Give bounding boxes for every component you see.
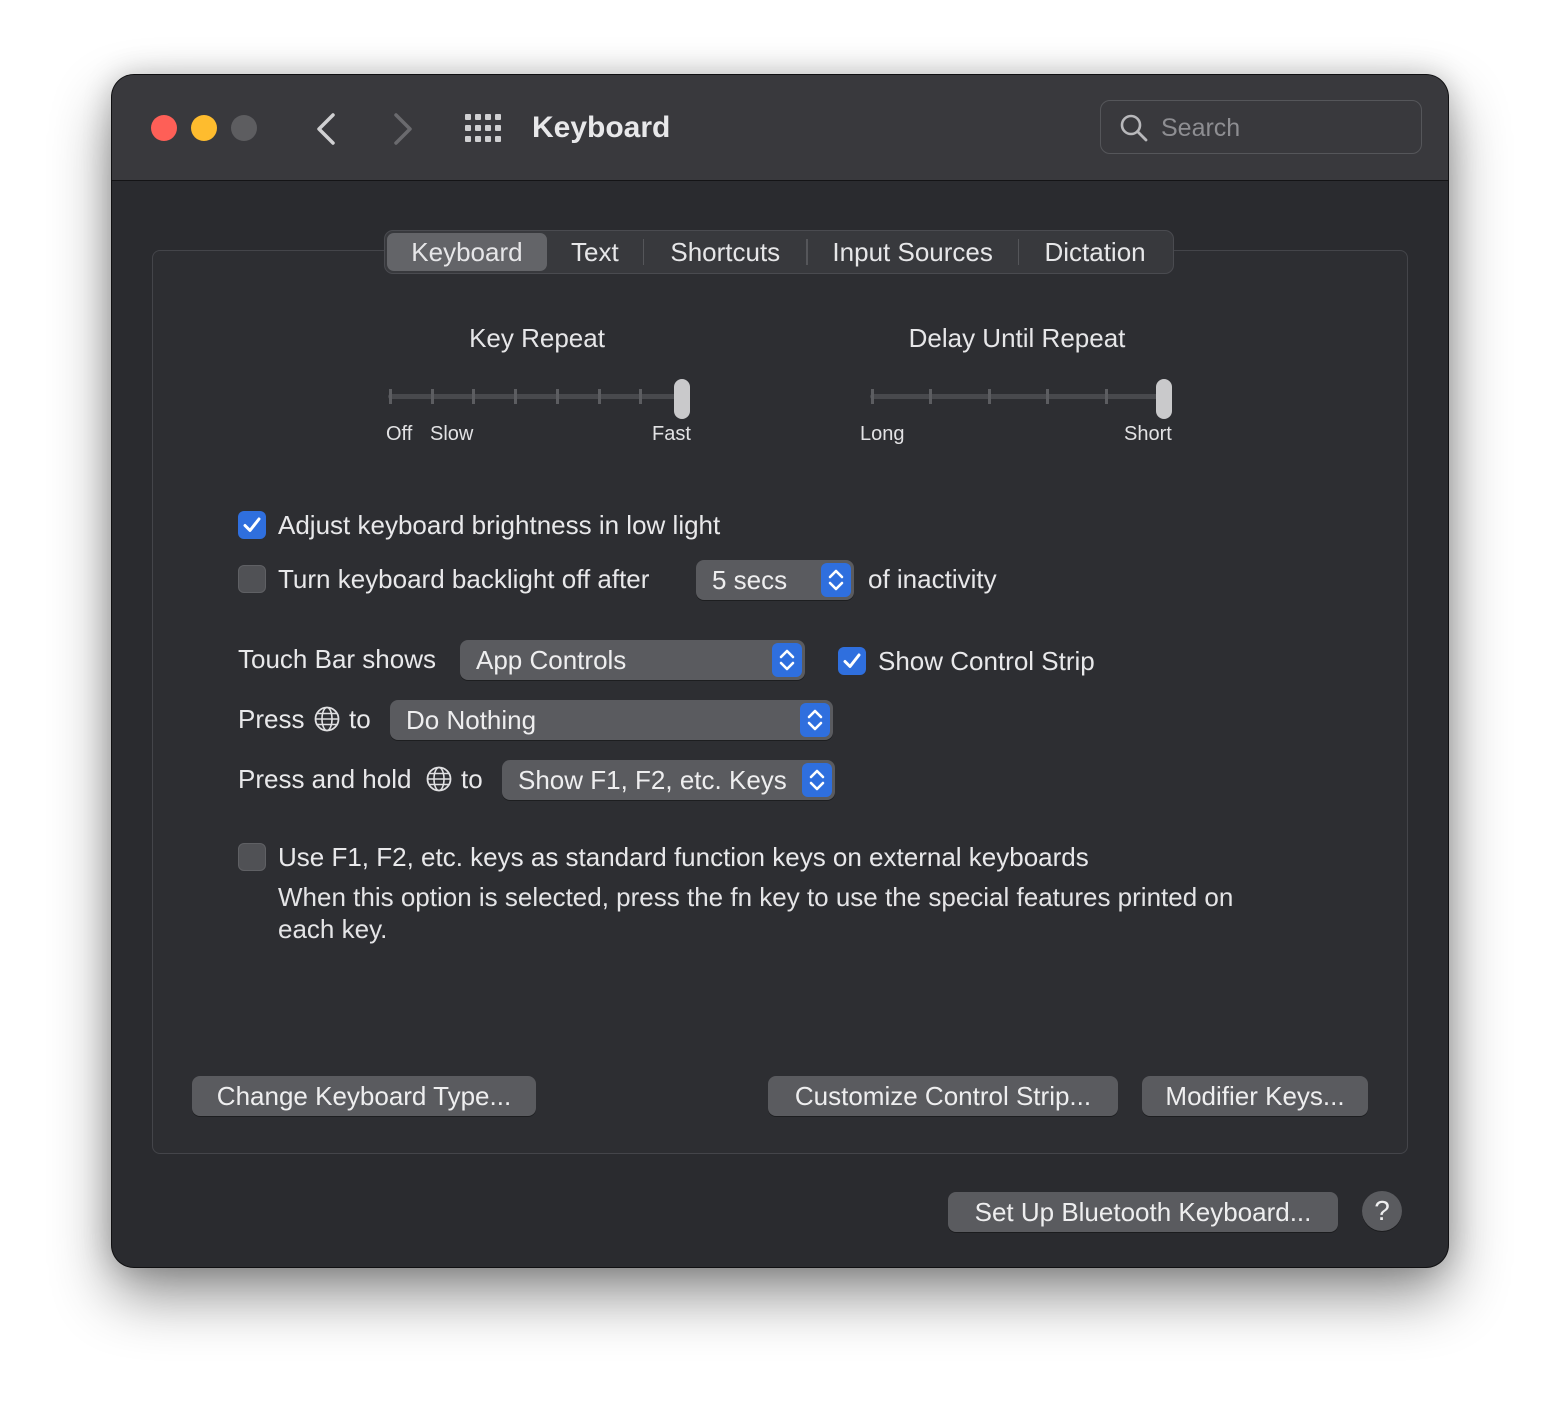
adjust-brightness-label: Adjust keyboard brightness in low light (278, 510, 721, 540)
chevron-updown-icon (802, 763, 832, 797)
press-hold-globe-label: Press and hold (238, 764, 412, 794)
zoom-button[interactable] (231, 115, 257, 141)
press-globe-popup[interactable]: Do Nothing (390, 700, 833, 740)
chevron-updown-icon (821, 563, 851, 597)
backlight-off-checkbox[interactable] (238, 565, 266, 593)
press-hold-globe-to-label: to (461, 764, 483, 794)
key-repeat-slider[interactable] (388, 379, 690, 419)
function-keys-description-line1: When this option is selected, press the … (278, 882, 1234, 912)
backlight-off-suffix: of inactivity (868, 564, 997, 594)
backlight-timeout-value: 5 secs (712, 565, 788, 595)
slider-track (870, 394, 1170, 399)
customize-control-strip-button[interactable]: Customize Control Strip... (768, 1076, 1118, 1116)
delay-until-repeat-slider[interactable] (870, 379, 1172, 419)
forward-button[interactable] (382, 109, 422, 149)
function-keys-description-line2: each key. (278, 914, 388, 944)
tab-text[interactable]: Text (547, 233, 643, 271)
slider-tick (929, 389, 933, 404)
slider-tick (472, 389, 476, 404)
tab-shortcuts[interactable]: Shortcuts (644, 233, 806, 271)
backlight-timeout-popup[interactable]: 5 secs (696, 560, 854, 600)
set-up-bluetooth-keyboard-button[interactable]: Set Up Bluetooth Keyboard... (948, 1192, 1338, 1232)
slider-tick (871, 389, 874, 404)
globe-icon (314, 706, 340, 732)
chevron-updown-icon (772, 643, 802, 677)
tab-bar: Keyboard Text Shortcuts Input Sources Di… (384, 230, 1174, 274)
minimize-button[interactable] (191, 115, 217, 141)
change-keyboard-type-button[interactable]: Change Keyboard Type... (192, 1076, 536, 1116)
slider-thumb[interactable] (674, 379, 690, 419)
tab-dictation[interactable]: Dictation (1019, 233, 1171, 271)
help-button[interactable]: ? (1362, 1191, 1402, 1231)
show-control-strip-checkbox[interactable] (838, 647, 866, 675)
chevron-right-icon (394, 113, 412, 145)
press-globe-value: Do Nothing (406, 705, 537, 735)
press-globe-to-label: to (349, 704, 371, 734)
function-keys-label: Use F1, F2, etc. keys as standard functi… (278, 842, 1089, 872)
close-button[interactable] (151, 115, 177, 141)
backlight-off-label: Turn keyboard backlight off after (278, 564, 650, 594)
chevron-updown-icon (800, 703, 830, 737)
slider-tick (597, 389, 601, 404)
show-all-grid-icon[interactable] (465, 114, 503, 142)
function-keys-checkbox[interactable] (238, 843, 266, 871)
slider-tick (639, 389, 643, 404)
search-input[interactable] (1159, 109, 1413, 147)
slider-tick (555, 389, 559, 404)
key-repeat-slow-label: Slow (430, 423, 474, 445)
checkmark-icon (843, 653, 861, 668)
slider-tick (987, 389, 991, 404)
window-title: Keyboard (532, 111, 671, 144)
search-icon (1120, 114, 1148, 142)
touch-bar-value: App Controls (476, 645, 627, 675)
delay-until-repeat-label: Delay Until Repeat (908, 323, 1126, 353)
slider-tick (1046, 389, 1050, 404)
slider-tick (389, 389, 392, 404)
checkmark-icon (243, 517, 261, 532)
slider-tick (1104, 389, 1108, 404)
modifier-keys-button[interactable]: Modifier Keys... (1142, 1076, 1368, 1116)
delay-short-label: Short (1124, 423, 1172, 445)
adjust-brightness-checkbox[interactable] (238, 511, 266, 539)
keyboard-preferences-window: Keyboard Keyboard Text Shortcuts Input S… (112, 75, 1448, 1267)
slider-tick (514, 389, 518, 404)
key-repeat-fast-label: Fast (652, 423, 691, 445)
globe-icon (426, 766, 452, 792)
slider-tick (430, 389, 434, 404)
search-field[interactable] (1100, 100, 1422, 154)
touch-bar-popup[interactable]: App Controls (460, 640, 805, 680)
press-hold-globe-value: Show F1, F2, etc. Keys (518, 765, 787, 795)
key-repeat-label: Key Repeat (469, 323, 605, 353)
tab-input-sources[interactable]: Input Sources (808, 233, 1018, 271)
titlebar: Keyboard (112, 75, 1448, 181)
show-control-strip-label: Show Control Strip (878, 646, 1095, 676)
back-button[interactable] (307, 109, 347, 149)
delay-long-label: Long (860, 423, 905, 445)
press-globe-label: Press (238, 704, 305, 734)
chevron-left-icon (317, 113, 335, 145)
slider-thumb[interactable] (1156, 379, 1172, 419)
press-hold-globe-popup[interactable]: Show F1, F2, etc. Keys (502, 760, 835, 800)
touch-bar-label: Touch Bar shows (238, 644, 436, 674)
tab-keyboard[interactable]: Keyboard (387, 233, 547, 271)
key-repeat-off-label: Off (386, 423, 413, 445)
